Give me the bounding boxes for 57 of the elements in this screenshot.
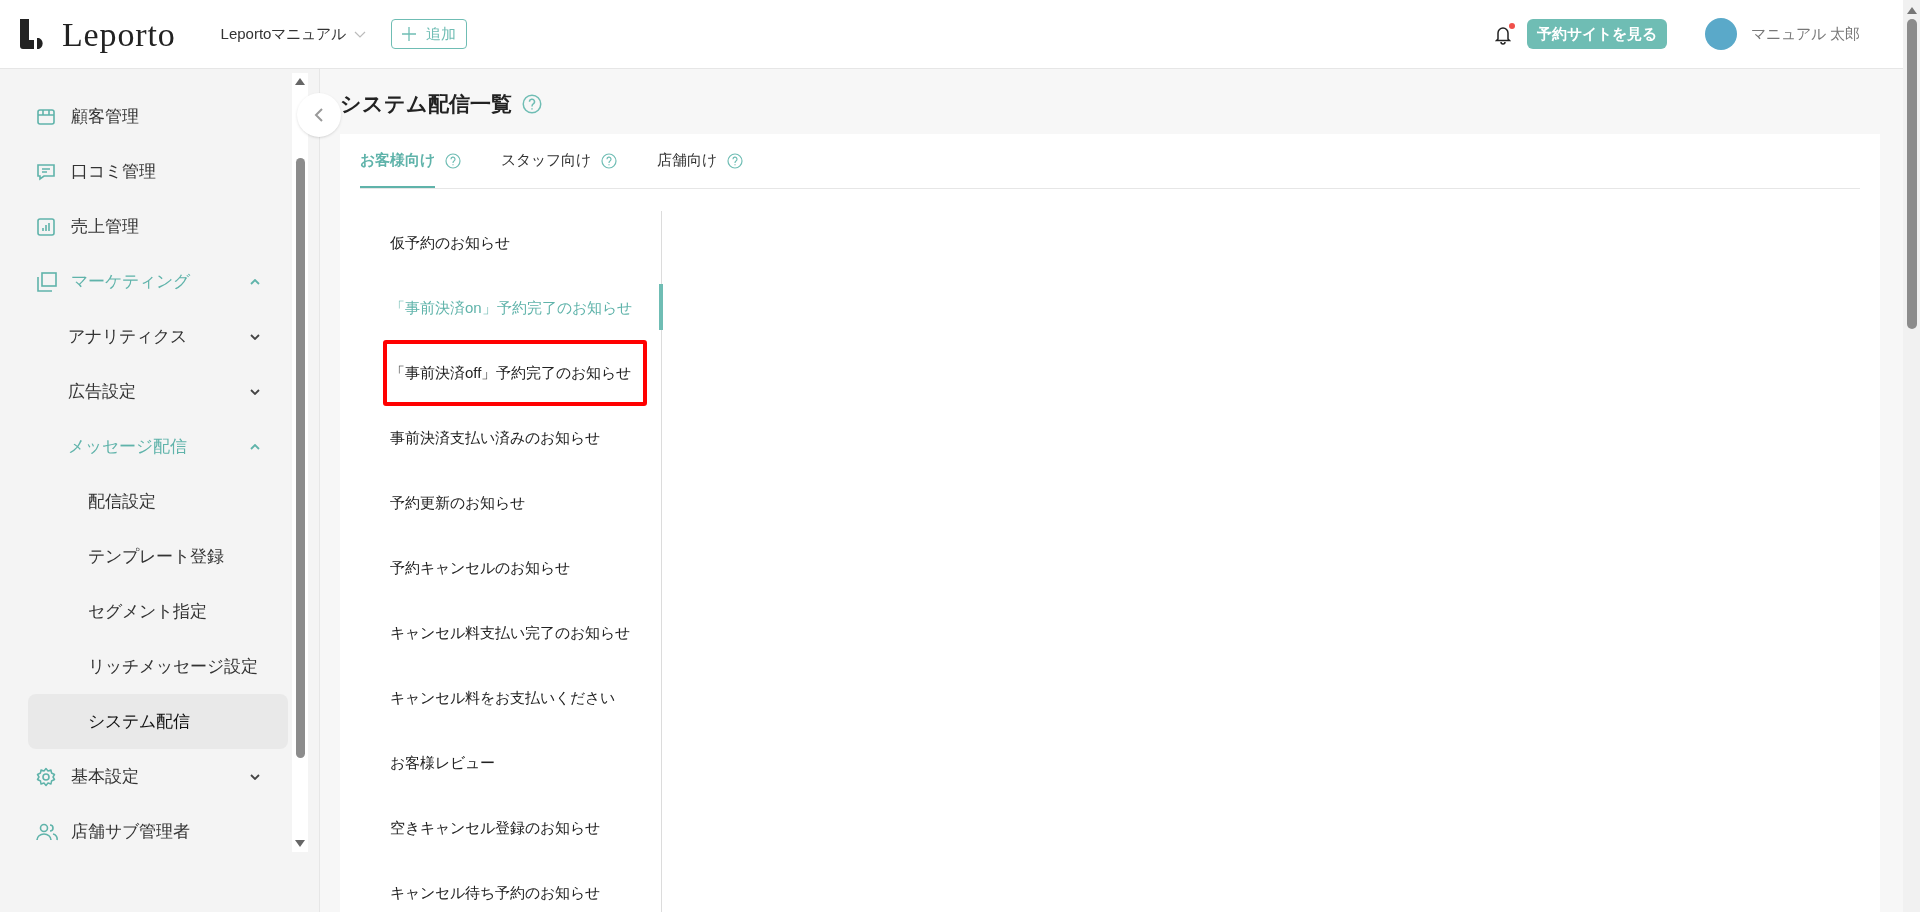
notification-item[interactable]: キャンセル料支払い完了のお知らせ bbox=[378, 613, 642, 654]
store-selector[interactable]: Leportoマニュアル bbox=[220, 22, 367, 46]
sidebar-item[interactable]: アナリティクス bbox=[28, 309, 288, 364]
scroll-up-arrow-icon[interactable] bbox=[294, 77, 306, 86]
users-icon bbox=[36, 821, 58, 842]
sidebar-item[interactable]: 店舗サブ管理者 bbox=[28, 804, 288, 859]
logo-text: Leporto bbox=[62, 14, 176, 55]
chart-icon bbox=[36, 216, 56, 237]
active-indicator bbox=[659, 284, 663, 330]
gear-icon bbox=[36, 766, 56, 787]
chevron-down-icon bbox=[354, 30, 367, 38]
chevron-up-icon bbox=[250, 443, 260, 450]
chevron-down-icon bbox=[250, 333, 260, 340]
notification-item[interactable]: 仮予約のお知らせ bbox=[378, 223, 522, 264]
scroll-down-arrow-icon[interactable] bbox=[294, 839, 306, 848]
chevron-down-icon bbox=[250, 773, 260, 780]
sidebar-item[interactable]: リッチメッセージ設定 bbox=[28, 639, 288, 694]
chevron-down-icon bbox=[250, 388, 260, 395]
notification-item[interactable]: お客様レビュー bbox=[378, 743, 507, 784]
windows-icon bbox=[36, 270, 58, 293]
bell-icon[interactable] bbox=[1494, 25, 1511, 45]
notification-item[interactable]: 空きキャンセル登録のお知らせ bbox=[378, 808, 612, 849]
help-icon[interactable] bbox=[445, 153, 461, 169]
help-icon[interactable] bbox=[522, 94, 542, 114]
help-icon[interactable] bbox=[727, 153, 743, 169]
logo[interactable]: Leporto bbox=[20, 8, 176, 60]
tab[interactable]: 店舗向け bbox=[657, 134, 717, 188]
user-avatar[interactable] bbox=[1704, 18, 1737, 50]
chevron-left-icon bbox=[313, 107, 325, 123]
scroll-up-arrow-icon[interactable] bbox=[1905, 6, 1918, 15]
plus-icon bbox=[402, 27, 417, 41]
sidebar-item[interactable]: 基本設定 bbox=[28, 749, 288, 804]
page-scrollbar[interactable] bbox=[1903, 0, 1920, 912]
sidebar-item[interactable]: システム配信 bbox=[28, 694, 288, 749]
page-title: システム配信一覧 bbox=[340, 91, 512, 118]
sidebar-item[interactable]: テンプレート登録 bbox=[28, 529, 288, 584]
notification-item[interactable]: 予約キャンセルのお知らせ bbox=[378, 548, 582, 589]
sidebar-item[interactable]: 広告設定 bbox=[28, 364, 288, 419]
sidebar-scrollbar[interactable] bbox=[292, 73, 308, 852]
sidebar-item[interactable]: セグメント指定 bbox=[28, 584, 288, 639]
sidebar-item[interactable]: 顧客管理 bbox=[28, 89, 288, 144]
notification-item[interactable]: 事前決済支払い済みのお知らせ bbox=[378, 418, 612, 459]
notification-item[interactable]: 「事前決済off」予約完了のお知らせ bbox=[378, 353, 644, 394]
notification-item[interactable]: キャンセル待ち予約のお知らせ bbox=[378, 873, 612, 912]
notification-item[interactable]: 予約更新のお知らせ bbox=[378, 483, 537, 524]
sidebar-item[interactable]: 配信設定 bbox=[28, 474, 288, 529]
scrollbar-thumb[interactable] bbox=[1906, 19, 1917, 329]
help-icon[interactable] bbox=[601, 153, 617, 169]
sidebar-item[interactable]: 売上管理 bbox=[28, 199, 288, 254]
sidebar-item[interactable]: 口コミ管理 bbox=[28, 144, 288, 199]
scrollbar-thumb[interactable] bbox=[295, 158, 305, 758]
user-name[interactable]: マニュアル 太郎 bbox=[1750, 22, 1860, 46]
comment-icon bbox=[36, 161, 56, 182]
tab[interactable]: スタッフ向け bbox=[501, 134, 591, 188]
chevron-up-icon bbox=[250, 278, 260, 285]
store-icon bbox=[36, 106, 56, 127]
notification-item[interactable]: キャンセル料をお支払いください bbox=[378, 678, 627, 719]
